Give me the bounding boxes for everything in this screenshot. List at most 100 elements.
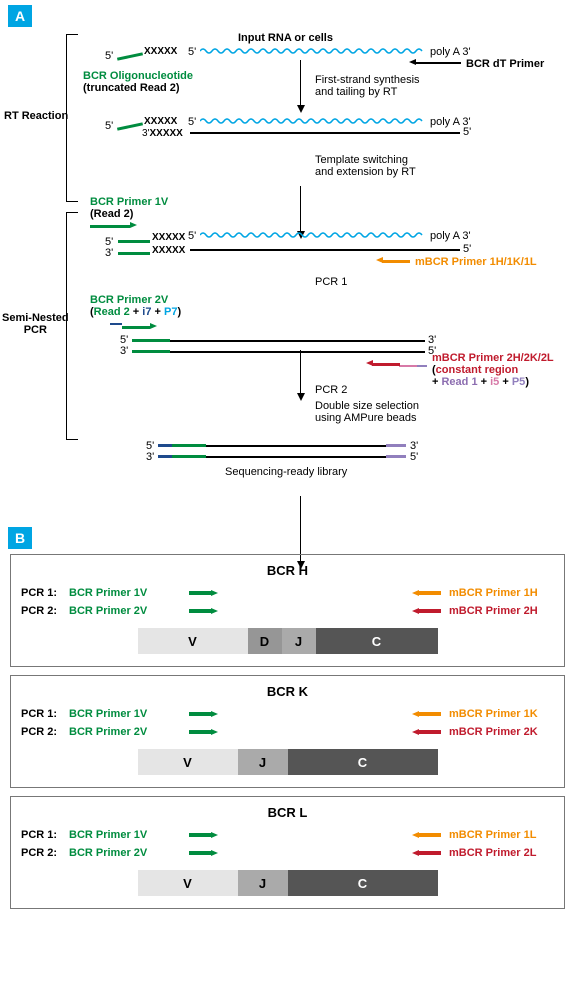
five-prime-1: 5'	[105, 50, 113, 62]
mbcr2-arrow-icon	[412, 850, 441, 856]
bcr-primer-2v-label: BCR Primer 2V (Read 2 + i7 + P7)	[90, 294, 181, 318]
panel-a-diagram: RT Reaction Semi-Nested PCR Input RNA or…	[0, 32, 575, 522]
mbcr2-arrow-icon	[412, 729, 441, 735]
varrow-4	[300, 496, 301, 562]
primer-2v-arrow-icon	[189, 608, 218, 614]
seg-j: J	[238, 870, 288, 896]
dt-primer-arrowhead	[409, 59, 416, 65]
varrow-1	[300, 60, 301, 106]
mbcr2-text: mBCR Primer 2L	[449, 847, 554, 859]
primer-1v-text: BCR Primer 1V	[69, 708, 179, 720]
pcr1-label: PCR 1	[315, 276, 347, 288]
mbcr1-arrow-icon	[412, 711, 441, 717]
seg-c: C	[316, 628, 438, 654]
green-3b	[118, 252, 150, 255]
primer-2v-text: BCR Primer 2V	[69, 847, 179, 859]
green-4a	[132, 339, 170, 342]
primer-1v-arrow-icon	[189, 832, 218, 838]
pcr2-lab: PCR 2	[315, 384, 347, 396]
mbcr1-label: mBCR Primer 1H/1K/1L	[415, 256, 537, 268]
mbcr2-i5	[399, 365, 417, 367]
five-cdna1: 5'	[463, 126, 471, 138]
mbcr1-text: mBCR Primer 1K	[449, 708, 554, 720]
mbcr1-arrowhead	[376, 257, 383, 263]
mbcr2-arrowhead	[366, 360, 373, 366]
vdj-segments: V J C	[138, 749, 438, 775]
five-rna3: 5'	[188, 230, 196, 242]
seg-v: V	[138, 870, 238, 896]
step2: Template switchingand extension by RT	[315, 154, 416, 178]
bcr-group-0: BCR H PCR 1: BCR Primer 1V mBCR Primer 1…	[10, 554, 565, 667]
lib-p7a	[158, 444, 172, 447]
x-3b: XXXXX	[152, 245, 185, 256]
mbcr2-line	[372, 363, 400, 366]
mbcr1-text: mBCR Primer 1H	[449, 587, 554, 599]
cdna-line-1	[190, 132, 460, 134]
oligo-line-2	[117, 122, 143, 130]
rna-wave-3	[200, 231, 425, 239]
mbcr1-arrow-icon	[412, 590, 441, 596]
x-3a: XXXXX	[152, 232, 185, 243]
vdj-segments: V J C	[138, 870, 438, 896]
primer-2v-text: BCR Primer 2V	[69, 605, 179, 617]
five-prime-2: 5'	[105, 120, 113, 132]
panel-b-container: BCR H PCR 1: BCR Primer 1V mBCR Primer 1…	[0, 554, 575, 927]
five-prime-rna1: 5'	[188, 46, 196, 58]
three-5b: 3'	[146, 451, 154, 463]
varrow-2	[300, 186, 301, 232]
bcr-oligo-label: BCR Oligonucleotide (truncated Read 2)	[83, 70, 193, 94]
pcr1-lab: PCR 1:	[21, 708, 69, 720]
bcr-group-1: BCR K PCR 1: BCR Primer 1V mBCR Primer 1…	[10, 675, 565, 788]
bcr-group-2: BCR L PCR 1: BCR Primer 1V mBCR Primer 1…	[10, 796, 565, 909]
primer-2v-text: BCR Primer 2V	[69, 726, 179, 738]
pcr1-lab: PCR 1:	[21, 587, 69, 599]
varrow-3	[300, 350, 301, 394]
pcr1-row: PCR 1: BCR Primer 1V mBCR Primer 1H	[21, 584, 554, 602]
seg-d: D	[248, 628, 282, 654]
lib-green-a	[172, 444, 206, 447]
mbcr2-arrow-icon	[412, 608, 441, 614]
pcr1-lab: PCR 1:	[21, 829, 69, 841]
group-title: BCR K	[21, 684, 554, 699]
pcr2-lab: PCR 2:	[21, 847, 69, 859]
five-5b: 5'	[410, 451, 418, 463]
lib-black-a	[206, 445, 386, 447]
step3: Double size selectionusing AMPure beads	[315, 400, 419, 424]
mbcr2-p5	[417, 365, 427, 367]
pcr1-row: PCR 1: BCR Primer 1V mBCR Primer 1K	[21, 705, 554, 723]
primer-2v-read2	[122, 326, 150, 329]
black-4a	[170, 340, 425, 342]
dt-primer-label: BCR dT Primer	[466, 58, 544, 70]
lib-black-b	[206, 456, 386, 458]
group-title: BCR H	[21, 563, 554, 578]
rna-wave-1	[200, 47, 425, 55]
panel-a-label: A	[8, 5, 32, 27]
seg-c: C	[288, 749, 438, 775]
black-4b	[170, 351, 425, 353]
primer-2v-arrow-icon	[189, 729, 218, 735]
pcr1-row: PCR 1: BCR Primer 1V mBCR Primer 1L	[21, 826, 554, 844]
pcr2-lab: PCR 2:	[21, 726, 69, 738]
mbcr1-line	[382, 260, 410, 263]
panel-a: A RT Reaction Semi-Nested PCR Input RNA …	[0, 0, 575, 522]
group-title: BCR L	[21, 805, 554, 820]
primer-1v-line	[90, 225, 130, 228]
primer-1v-text: BCR Primer 1V	[69, 829, 179, 841]
seg-v: V	[138, 749, 238, 775]
pcr2-row: PCR 2: BCR Primer 2V mBCR Primer 2H	[21, 602, 554, 620]
mbcr2-text: mBCR Primer 2K	[449, 726, 554, 738]
panel-b: B BCR H PCR 1: BCR Primer 1V mBCR Primer…	[0, 522, 575, 927]
label-rt-reaction: RT Reaction	[4, 110, 68, 122]
polya-1: poly A 3'	[430, 46, 471, 58]
lib-p7b	[158, 455, 172, 458]
step1: First-strand synthesisand tailing by RT	[315, 74, 420, 98]
green-4b	[132, 350, 170, 353]
label-semi-nested: Semi-Nested PCR	[2, 312, 69, 336]
primer-2v-i7	[110, 323, 122, 325]
three-4b: 3'	[120, 345, 128, 357]
primer-1v-arrow-icon	[189, 590, 218, 596]
rna-wave-2	[200, 117, 425, 125]
bcr-primer-1v-label: BCR Primer 1V (Read 2)	[90, 196, 168, 220]
pcr2-row: PCR 2: BCR Primer 2V mBCR Primer 2L	[21, 844, 554, 862]
cdna-line-3	[190, 249, 460, 251]
